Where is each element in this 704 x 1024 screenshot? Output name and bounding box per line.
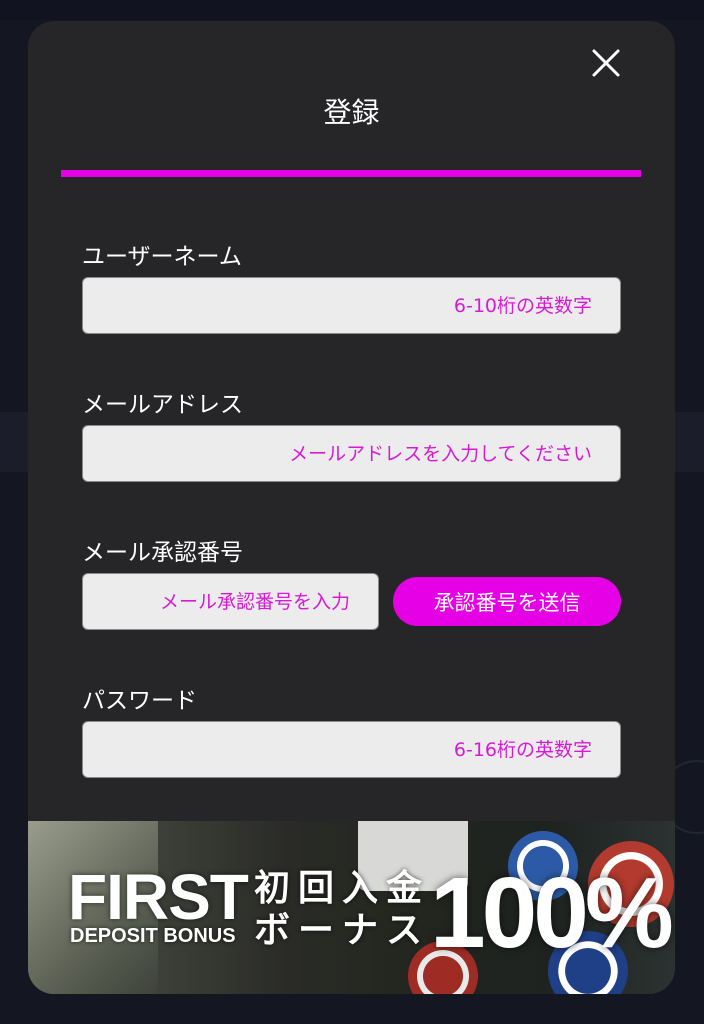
verification-field-wrapper — [82, 573, 379, 630]
banner-percent: 100% — [430, 857, 674, 969]
username-field-wrapper — [82, 277, 621, 334]
password-field-wrapper — [82, 721, 621, 778]
password-label: パスワード — [82, 688, 197, 714]
register-modal: 登録 ユーザーネーム メールアドレス メール承認番号 承認番号を送信 パスワード… — [28, 21, 675, 994]
close-icon[interactable] — [588, 45, 624, 81]
deposit-bonus-banner[interactable]: FIRST DEPOSIT BONUS 初回入金 ボーナス 100% — [28, 821, 675, 994]
backdrop-header — [0, 0, 704, 20]
send-code-button[interactable]: 承認番号を送信 — [393, 577, 621, 626]
tab-underline — [61, 170, 641, 177]
username-input[interactable] — [83, 278, 620, 333]
banner-deposit-text: DEPOSIT BONUS — [70, 925, 236, 947]
banner-jp-line2: ボーナス — [254, 910, 431, 951]
username-label: ユーザーネーム — [82, 244, 242, 270]
email-input[interactable] — [83, 426, 620, 481]
email-field-wrapper — [82, 425, 621, 482]
verification-input[interactable] — [83, 574, 378, 629]
password-input[interactable] — [83, 722, 620, 777]
email-label: メールアドレス — [82, 392, 243, 418]
banner-first-text: FIRST — [68, 861, 249, 933]
verification-label: メール承認番号 — [82, 540, 243, 566]
banner-jp-line1: 初回入金 — [254, 868, 431, 909]
modal-title: 登録 — [323, 96, 380, 129]
